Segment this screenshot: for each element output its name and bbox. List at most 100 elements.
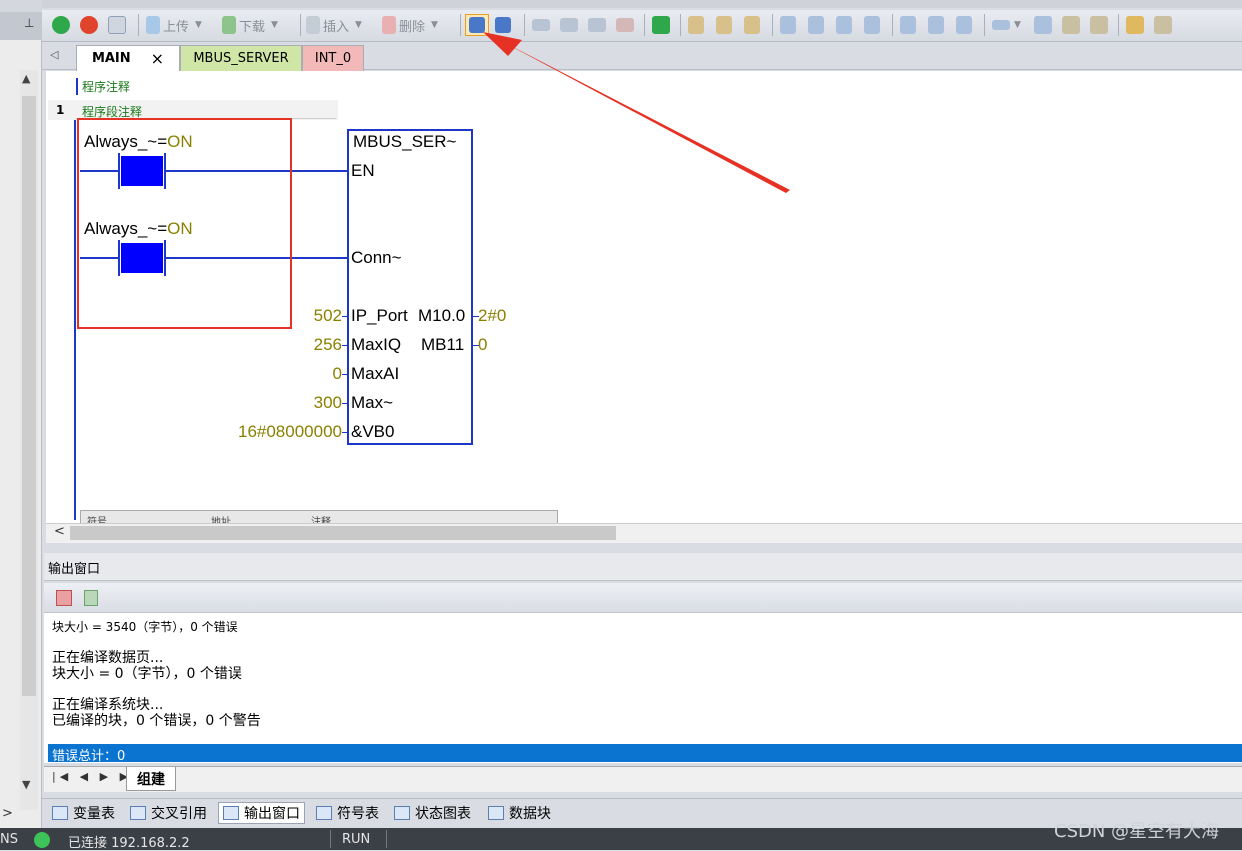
line-down-button[interactable] <box>808 14 824 36</box>
bottom-tab-cross-reference[interactable]: 交叉引用 <box>130 802 207 824</box>
copy-output-icon[interactable] <box>84 590 98 606</box>
upload-button[interactable]: 上传 ▼ <box>146 14 202 36</box>
data-block-icon <box>488 806 504 820</box>
tab-mbus-server-label: MBUS_SERVER <box>193 51 289 66</box>
symbol-icon <box>1034 16 1052 34</box>
value-max-ai[interactable]: 0 <box>200 364 342 384</box>
goto-button[interactable] <box>652 14 670 36</box>
output-tab-bar <box>44 766 1242 792</box>
editor-scrollbar-thumb[interactable] <box>70 526 616 540</box>
tab-int-0-label: INT_0 <box>314 51 352 66</box>
value-m10-0[interactable]: 2#0 <box>478 306 506 326</box>
status-divider <box>386 830 387 848</box>
network-number: 1 <box>56 103 65 117</box>
chevron-right-icon[interactable]: > <box>2 806 13 821</box>
value-mb11[interactable]: 0 <box>478 335 487 355</box>
stop-button[interactable] <box>80 14 98 36</box>
lock-button-1[interactable] <box>688 14 704 36</box>
symbol-button[interactable] <box>1034 14 1052 36</box>
tab-main[interactable]: MAIN × <box>76 45 180 71</box>
output-tab-build[interactable]: 组建 <box>126 767 176 791</box>
display-icon <box>992 20 1010 30</box>
value-max[interactable]: 300 <box>200 393 342 413</box>
output-toolbar <box>44 583 1242 613</box>
pin-max: Max~ <box>351 393 394 412</box>
line-right-button[interactable] <box>864 14 880 36</box>
insert-button[interactable]: 插入 ▼ <box>306 14 362 36</box>
symbol-table-icon <box>316 806 332 820</box>
output-line: 正在编译系统块... <box>52 697 164 713</box>
status-chart-button[interactable] <box>495 14 511 36</box>
comment-icon <box>1090 16 1108 34</box>
tool-button-3[interactable] <box>588 14 606 36</box>
bottom-tab-data-block[interactable]: 数据块 <box>488 802 551 824</box>
coil-button[interactable] <box>928 14 944 36</box>
output-selected-row[interactable] <box>48 744 1242 762</box>
tab-mbus-server[interactable]: MBUS_SERVER <box>180 45 302 71</box>
line-right-icon <box>864 16 880 34</box>
contact-icon <box>900 16 916 34</box>
value-max-iq[interactable]: 256 <box>200 335 342 355</box>
value-ip-port[interactable]: 502 <box>200 306 342 326</box>
tab-main-label: MAIN <box>91 51 131 66</box>
tool-button-1[interactable] <box>532 14 550 36</box>
delete-button[interactable]: 删除 ▼ <box>382 14 438 36</box>
properties-icon <box>1154 16 1172 34</box>
run-icon <box>52 16 70 34</box>
close-icon[interactable]: × <box>151 49 164 68</box>
program-comment[interactable]: 程序注释 <box>82 78 130 95</box>
scroll-down-icon[interactable]: ▼ <box>22 778 30 791</box>
line-up-button[interactable] <box>836 14 852 36</box>
output-selected-line: 错误总计：0 <box>52 749 126 764</box>
edit-button[interactable] <box>1062 14 1080 36</box>
branch-icon <box>780 16 796 34</box>
pin-tick <box>473 316 479 317</box>
run-button[interactable] <box>52 14 70 36</box>
key-button[interactable] <box>1126 14 1144 36</box>
comment-button[interactable] <box>1090 14 1108 36</box>
branch-button[interactable] <box>780 14 796 36</box>
bottom-tab-status-chart[interactable]: 状态图表 <box>394 802 471 824</box>
lock-button-2[interactable] <box>716 14 732 36</box>
output-window-title: 输出窗口 <box>48 562 101 577</box>
pin-max-iq: MaxIQ <box>351 335 402 354</box>
tool-button-4[interactable] <box>616 14 634 36</box>
program-status-button[interactable] <box>465 14 489 36</box>
compile-button[interactable] <box>108 14 126 36</box>
value-vb0[interactable]: 16#08000000 <box>200 422 342 442</box>
output-line: 正在编译数据页... <box>52 650 164 666</box>
tab-int-0[interactable]: INT_0 <box>302 45 364 71</box>
left-scrollbar-thumb[interactable] <box>22 96 36 696</box>
tab-scroll-left-icon[interactable]: ◁ <box>50 48 58 61</box>
lock-button-3[interactable] <box>744 14 760 36</box>
compile-icon <box>108 16 126 34</box>
bottom-tab-variables[interactable]: 变量表 <box>52 802 115 824</box>
status-run: RUN <box>342 832 371 847</box>
upload-label: 上传 <box>163 19 190 35</box>
contact-button[interactable] <box>900 14 916 36</box>
clear-output-icon[interactable] <box>56 590 72 606</box>
display-dropdown[interactable]: ▼ <box>992 14 1021 36</box>
properties-button[interactable] <box>1154 14 1172 36</box>
pin-vb0: &VB0 <box>351 422 395 441</box>
pin-ip-port: IP_Port <box>351 306 408 325</box>
output-text-area[interactable] <box>44 613 1242 763</box>
bottom-tab-symbol-table[interactable]: 符号表 <box>316 802 379 824</box>
pin-icon[interactable]: ⊥ <box>24 16 34 30</box>
power-rail <box>74 120 76 520</box>
bottom-tab-output[interactable]: 输出窗口 <box>218 802 305 824</box>
download-label: 下载 <box>239 19 266 35</box>
tool-button-2[interactable] <box>560 14 578 36</box>
delete-icon <box>382 16 396 34</box>
scroll-left-icon[interactable]: < <box>54 524 65 539</box>
box-button[interactable] <box>956 14 972 36</box>
scroll-up-icon[interactable]: ▲ <box>22 72 30 85</box>
download-button[interactable]: 下载 ▼ <box>222 14 278 36</box>
annotation-red-box <box>77 118 292 329</box>
pin-m10-0: M10.0 <box>418 306 466 325</box>
variables-icon <box>52 806 68 820</box>
edit-icon <box>1062 16 1080 34</box>
pin-tick <box>342 374 348 375</box>
redo-icon <box>588 18 606 32</box>
cross-reference-icon <box>130 806 146 820</box>
